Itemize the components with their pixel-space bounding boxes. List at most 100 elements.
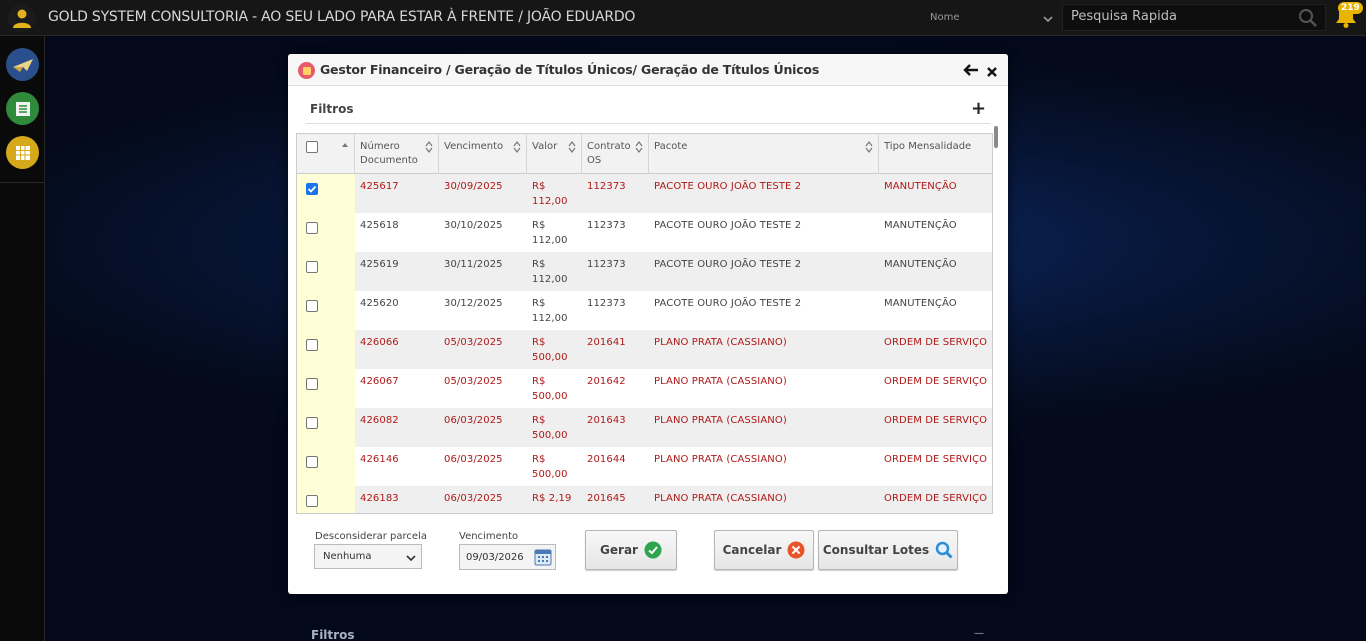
cell-venc: 06/03/2025 (444, 454, 503, 465)
cell-contrato: 112373 (587, 298, 626, 309)
cell-num: 426082 (360, 415, 399, 426)
search-icon[interactable] (1298, 8, 1318, 32)
row-checkbox[interactable] (306, 222, 318, 234)
cell-pacote: PLANO PRATA (CASSIANO) (654, 376, 787, 387)
cell-valor: R$ 500,00 (532, 337, 568, 363)
cell-contrato: 112373 (587, 181, 626, 192)
collapse-icon[interactable]: — (974, 628, 984, 639)
cell-contrato: 201643 (587, 415, 626, 426)
search-icon (935, 541, 953, 559)
header-label: Valor (532, 141, 558, 152)
grid-icon (15, 145, 30, 160)
gerar-button[interactable]: Gerar (585, 530, 677, 570)
sidebar (0, 36, 45, 641)
filtros-title: Filtros (310, 102, 354, 116)
row-select-cell (297, 252, 355, 291)
cell-contrato: 201645 (587, 493, 626, 504)
table-row[interactable]: 426146 06/03/2025 R$ 500,00 201644 PLANO PRA… (297, 447, 992, 486)
table-header: Número Documento Vencimento Valor Contra… (297, 134, 992, 174)
cell-venc: 06/03/2025 (444, 415, 503, 426)
sort-icon[interactable] (513, 141, 521, 153)
sort-icon[interactable] (865, 141, 873, 153)
header-label: Vencimento (444, 141, 504, 152)
row-checkbox[interactable] (306, 339, 318, 351)
back-arrow-icon[interactable] (963, 62, 979, 81)
row-checkbox[interactable] (306, 456, 318, 468)
sort-icon[interactable] (635, 141, 643, 153)
cell-valor: R$ 112,00 (532, 298, 568, 324)
chevron-down-icon[interactable] (1042, 10, 1054, 29)
consultar-lotes-button[interactable]: Consultar Lotes (818, 530, 958, 570)
cell-tipo: MANUTENÇÃO (884, 181, 957, 192)
sidebar-item-grid[interactable] (6, 136, 39, 169)
header-contrato-os[interactable]: Contrato OS (582, 134, 649, 174)
table-row[interactable]: 426067 05/03/2025 R$ 500,00 201642 PLANO PRA… (297, 369, 992, 408)
header-numero-documento[interactable]: Número Documento (355, 134, 439, 174)
cell-num: 426067 (360, 376, 399, 387)
search-type-select[interactable]: Nome (930, 12, 960, 23)
consultar-label: Consultar Lotes (822, 543, 930, 557)
sort-icon[interactable] (568, 141, 576, 153)
sidebar-item-plane[interactable] (6, 48, 39, 81)
cell-venc: 05/03/2025 (444, 337, 503, 348)
row-checkbox[interactable] (306, 261, 318, 273)
cell-num: 425618 (360, 220, 399, 231)
cell-pacote: PLANO PRATA (CASSIANO) (654, 415, 787, 426)
cell-tipo: ORDEM DE SERVIÇO (884, 376, 988, 387)
desconsiderar-value: Nenhuma (323, 551, 372, 562)
header-valor[interactable]: Valor (527, 134, 582, 174)
cell-num: 425620 (360, 298, 399, 309)
sidebar-divider (0, 182, 45, 183)
header-vencimento[interactable]: Vencimento (439, 134, 527, 174)
table-scrollbar[interactable] (992, 124, 1000, 516)
vencimento-date-input[interactable]: 09/03/2026 (459, 544, 556, 570)
row-checkbox[interactable] (306, 300, 318, 312)
table-row[interactable]: 425620 30/12/2025 R$ 112,00 112373 PACOTE OU… (297, 291, 992, 330)
vencimento-label: Vencimento (459, 531, 519, 542)
user-icon[interactable] (8, 4, 36, 32)
table-row[interactable]: 426066 05/03/2025 R$ 500,00 201641 PLANO PRA… (297, 330, 992, 369)
select-all-checkbox[interactable] (306, 141, 318, 153)
close-icon[interactable] (986, 63, 998, 82)
cell-tipo: MANUTENÇÃO (884, 298, 957, 309)
header-select-all[interactable] (297, 134, 355, 174)
header-pacote[interactable]: Pacote (649, 134, 879, 174)
list-icon (15, 101, 30, 116)
table-row[interactable]: 425619 30/11/2025 R$ 112,00 112373 PACOTE OU… (297, 252, 992, 291)
cell-pacote: PACOTE OURO JOÃO TESTE 2 (654, 220, 802, 231)
scrollbar-thumb[interactable] (994, 126, 998, 148)
filtros-divider (306, 123, 990, 124)
vencimento-value: 09/03/2026 (466, 552, 524, 563)
cell-tipo: MANUTENÇÃO (884, 259, 957, 270)
row-select-cell (297, 174, 355, 213)
cell-tipo: ORDEM DE SERVIÇO (884, 493, 988, 504)
modal-title: Gestor Financeiro / Geração de Títulos Ú… (320, 62, 820, 77)
row-select-cell (297, 369, 355, 408)
row-checkbox[interactable] (306, 495, 318, 507)
search-input[interactable]: Pesquisa Rapida (1062, 4, 1326, 31)
cancelar-button[interactable]: Cancelar (714, 530, 814, 570)
add-filter-button[interactable]: + (971, 98, 986, 119)
app-title: GOLD SYSTEM CONSULTORIA - AO SEU LADO PA… (48, 9, 636, 25)
calendar-icon[interactable] (534, 548, 552, 566)
checkmark-icon (307, 185, 317, 193)
table-row[interactable]: 425618 30/10/2025 R$ 112,00 112373 PACOTE OU… (297, 213, 992, 252)
cell-venc: 05/03/2025 (444, 376, 503, 387)
sort-icon[interactable] (425, 141, 433, 153)
table-row[interactable]: 426183 06/03/2025 R$ 2,19 201645 PLANO PRATA… (297, 486, 992, 513)
row-checkbox[interactable] (306, 417, 318, 429)
table-row[interactable]: 425617 30/09/2025 R$ 112,00 112373 PACOTE OU… (297, 174, 992, 213)
cell-num: 426066 (360, 337, 399, 348)
header-tipo-mensalidade[interactable]: Tipo Mensalidade (879, 134, 992, 174)
cell-tipo: MANUTENÇÃO (884, 220, 957, 231)
plane-icon (12, 58, 33, 72)
sort-asc-icon[interactable] (341, 141, 349, 149)
notification-badge: 219 (1338, 2, 1363, 14)
row-checkbox[interactable] (306, 378, 318, 390)
table-row[interactable]: 426082 06/03/2025 R$ 500,00 201643 PLANO PRA… (297, 408, 992, 447)
cell-valor: R$ 2,19 (532, 493, 572, 504)
desconsiderar-select[interactable]: Nenhuma (314, 544, 422, 569)
sidebar-item-list[interactable] (6, 92, 39, 125)
desconsiderar-label: Desconsiderar parcela (315, 531, 427, 542)
row-checkbox[interactable] (306, 183, 318, 195)
